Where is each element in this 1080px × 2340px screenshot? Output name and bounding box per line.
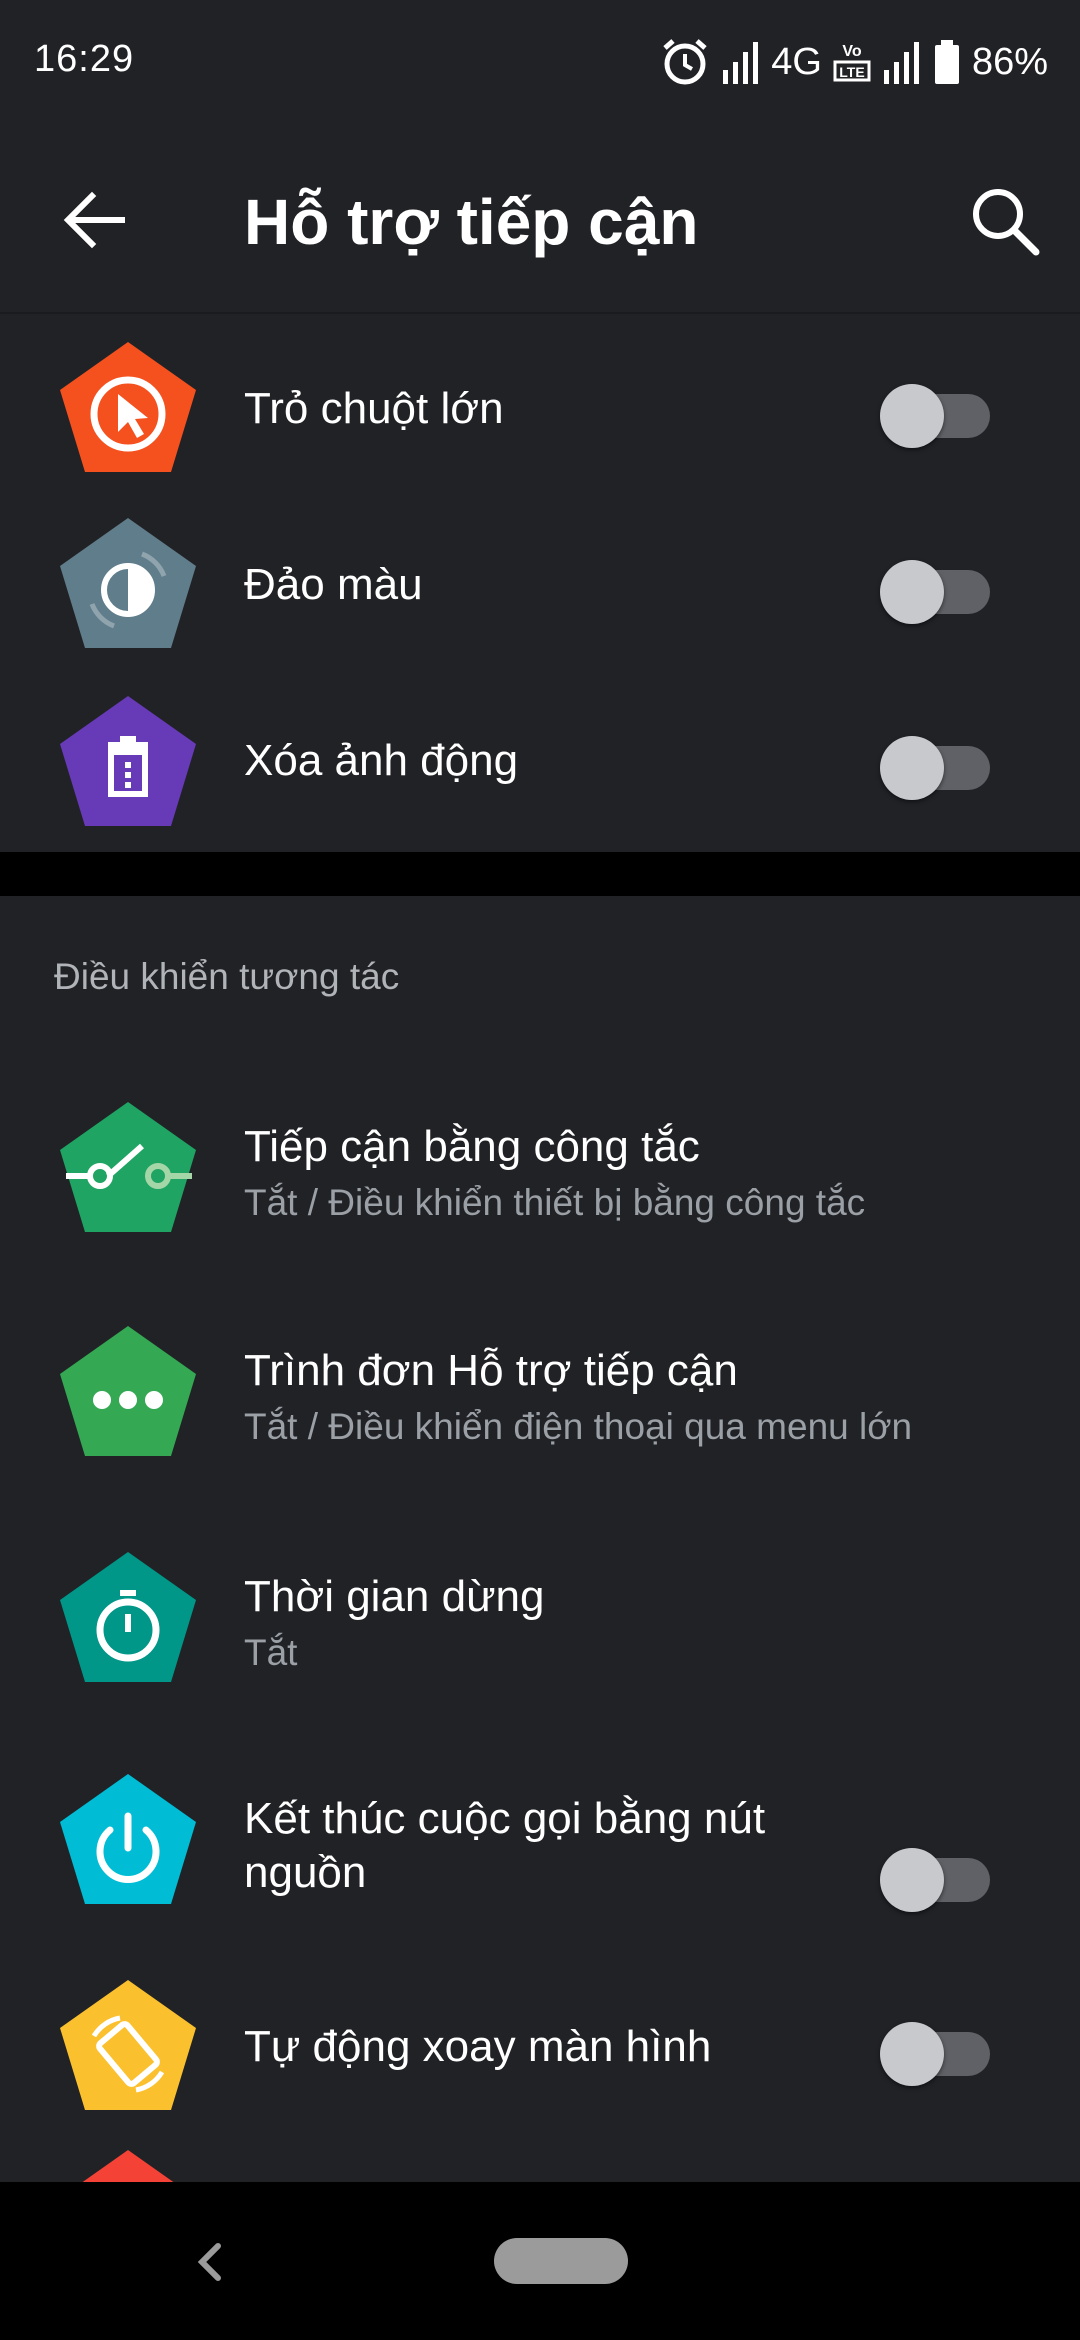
power-button-title-line2: nguồn	[244, 1848, 367, 1897]
list-item-large-pointer[interactable]: Trỏ chuột lớn	[0, 322, 1080, 498]
chevron-left-icon	[197, 2243, 221, 2281]
page-title: Hỗ trợ tiếp cận	[244, 186, 699, 258]
remove-animations-toggle[interactable]	[878, 730, 990, 800]
color-inversion-toggle[interactable]	[878, 554, 990, 624]
alarm-icon	[663, 39, 707, 85]
accessibility-menu-subtitle: Tắt / Điều khiển điện thoại qua menu lớn	[244, 1406, 913, 1447]
status-bar: 16:29 4G Vo LTE 86%	[0, 0, 1080, 126]
list-item-switch-access[interactable]: Tiếp cận bằng công tắc Tắt / Điều khiển …	[0, 1080, 1080, 1300]
signal-icon	[723, 42, 759, 84]
power-button-ends-call-toggle[interactable]	[878, 1842, 990, 1912]
status-time: 16:29	[34, 38, 135, 80]
list-item-auto-rotate[interactable]: Tự động xoay màn hình	[0, 1976, 1080, 2152]
section-header: Điều khiển tương tác	[54, 956, 400, 997]
auto-rotate-icon	[60, 1980, 196, 2110]
auto-rotate-title: Tự động xoay màn hình	[244, 2022, 712, 2071]
search-icon	[973, 189, 1040, 256]
svg-text:LTE: LTE	[839, 64, 864, 80]
dwell-timing-subtitle: Tắt	[244, 1632, 298, 1673]
color-inversion-icon	[60, 518, 196, 648]
remove-animations-title: Xóa ảnh động	[244, 736, 519, 785]
navigation-bar	[0, 2182, 1080, 2340]
status-icons: 4G Vo LTE 86%	[659, 32, 1048, 92]
nav-home-pill[interactable]	[494, 2238, 628, 2284]
auto-rotate-toggle[interactable]	[878, 2016, 990, 2086]
switch-access-icon	[60, 1102, 196, 1232]
battery-level: 86%	[971, 40, 1048, 83]
accessibility-menu-title: Trình đơn Hỗ trợ tiếp cận	[244, 1346, 738, 1395]
list-item-color-inversion[interactable]: Đảo màu	[0, 498, 1080, 674]
large-pointer-title: Trỏ chuột lớn	[244, 384, 504, 433]
back-button[interactable]	[52, 176, 140, 264]
signal-2-icon	[883, 42, 919, 84]
network-type: 4G	[771, 40, 822, 83]
list-item-accessibility-menu[interactable]: Trình đơn Hỗ trợ tiếp cận Tắt / Điều khi…	[0, 1304, 1080, 1528]
switch-access-title: Tiếp cận bằng công tắc	[244, 1122, 700, 1171]
arrow-back-icon	[63, 191, 125, 249]
battery-icon	[934, 40, 959, 84]
accessibility-menu-icon	[60, 1326, 196, 1456]
large-pointer-toggle[interactable]	[878, 378, 990, 448]
dwell-timing-title: Thời gian dừng	[244, 1572, 545, 1621]
power-button-ends-call-icon	[60, 1774, 196, 1904]
switch-access-subtitle: Tắt / Điều khiển thiết bị bằng công tắc	[244, 1182, 866, 1223]
search-button[interactable]	[960, 176, 1048, 264]
remove-animations-icon	[60, 696, 196, 826]
app-bar-divider	[0, 312, 1080, 314]
nav-back-button[interactable]	[190, 2238, 230, 2286]
color-inversion-title: Đảo màu	[244, 560, 423, 609]
section-divider	[0, 852, 1080, 896]
svg-text:Vo: Vo	[842, 43, 861, 60]
large-pointer-icon	[60, 342, 196, 472]
list-item-dwell-timing[interactable]: Thời gian dừng Tắt	[0, 1530, 1080, 1752]
list-item-power-button-ends-call[interactable]: Kết thúc cuộc gọi bằng nút nguồn	[0, 1754, 1080, 1976]
list-item-remove-animations[interactable]: Xóa ảnh động	[0, 674, 1080, 852]
dwell-timing-icon	[60, 1552, 196, 1682]
volte-icon: Vo LTE	[833, 43, 871, 82]
app-bar: Hỗ trợ tiếp cận	[0, 126, 1080, 314]
power-button-title-line1: Kết thúc cuộc gọi bằng nút	[244, 1794, 766, 1843]
